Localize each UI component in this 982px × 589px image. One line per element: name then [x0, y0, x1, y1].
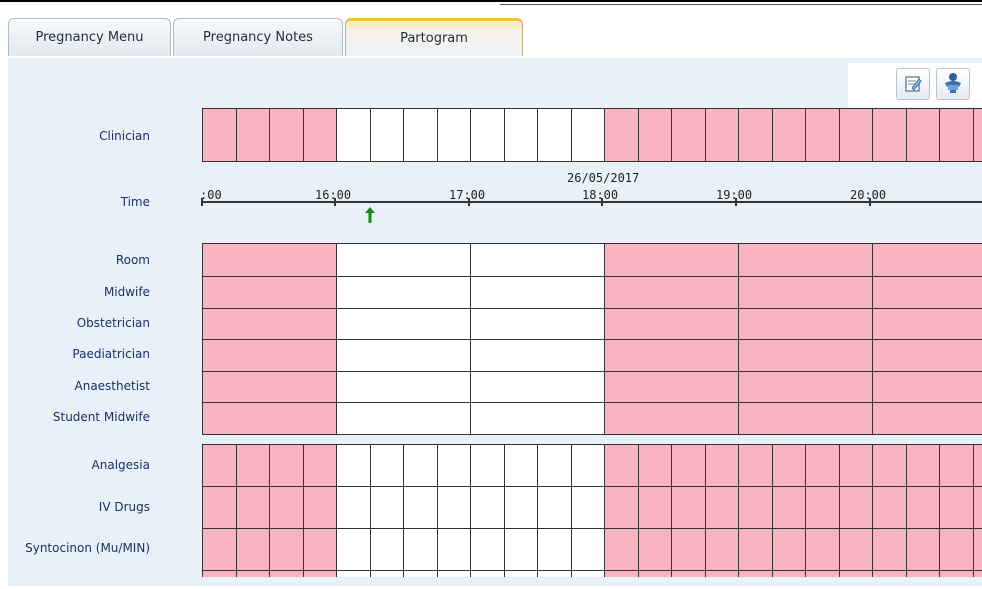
grid-cell[interactable] — [905, 445, 939, 577]
tab-pregnancy-menu[interactable]: Pregnancy Menu — [8, 18, 171, 56]
grid-cell[interactable] — [235, 445, 269, 577]
grid-cell[interactable] — [537, 445, 571, 577]
grid-cell[interactable] — [570, 445, 604, 577]
baby-icon — [945, 73, 961, 93]
grid-cell[interactable] — [537, 109, 571, 161]
grid-cell[interactable] — [436, 109, 470, 161]
row-label-clinician: Clinician — [99, 129, 150, 143]
grid-row-divider — [202, 570, 982, 571]
grid-cell[interactable] — [905, 109, 939, 161]
grid-cell[interactable] — [637, 109, 671, 161]
row-label-time: Time — [120, 195, 150, 209]
timeline-date: 26/05/2017 — [567, 171, 640, 185]
grid-cell[interactable] — [604, 109, 638, 161]
grid-cell[interactable] — [202, 109, 236, 161]
grid-cell[interactable] — [336, 445, 370, 577]
tab-pregnancy-notes[interactable]: Pregnancy Notes — [173, 18, 343, 56]
grid-cell[interactable] — [671, 445, 705, 577]
grid-cell[interactable] — [269, 109, 303, 161]
grid-row-divider — [202, 402, 982, 403]
time-tick-label: 17:00 — [449, 188, 486, 202]
row-label-paediatrician: Paediatrician — [72, 347, 150, 361]
grid-cell[interactable] — [436, 445, 470, 577]
row-label-room: Room — [115, 253, 150, 267]
grid-cell[interactable] — [302, 445, 336, 577]
grid-row-divider — [202, 528, 982, 529]
grid-row-divider — [202, 486, 982, 487]
time-tick-label: 18:00 — [582, 188, 619, 202]
grid-cell[interactable] — [235, 109, 269, 161]
grid-cell[interactable] — [939, 109, 973, 161]
staff-grid[interactable] — [202, 243, 982, 435]
grid-cell[interactable] — [872, 445, 906, 577]
grid-cell[interactable] — [503, 445, 537, 577]
grid-cell[interactable] — [838, 445, 872, 577]
grid-cell[interactable] — [202, 445, 236, 577]
tab-bar: Pregnancy Menu Pregnancy Notes Partogram — [0, 8, 982, 58]
grid-cell[interactable] — [704, 445, 738, 577]
grid-cell[interactable] — [403, 445, 437, 577]
top-border-secondary — [500, 4, 982, 5]
time-tick-label: :00 — [200, 188, 222, 202]
row-label-obstetrician: Obstetrician — [76, 316, 150, 330]
grid-cell[interactable] — [805, 445, 839, 577]
grid-cell[interactable] — [637, 445, 671, 577]
baby-button[interactable] — [936, 68, 970, 100]
grid-cell[interactable] — [336, 109, 370, 161]
grid-row-divider — [202, 371, 982, 372]
grid-cell[interactable] — [972, 445, 982, 577]
tab-partogram[interactable]: Partogram — [345, 18, 523, 56]
grid-cell[interactable] — [570, 109, 604, 161]
grid-cell[interactable] — [805, 109, 839, 161]
grid-cell[interactable] — [771, 445, 805, 577]
grid-cell[interactable] — [403, 109, 437, 161]
grid-cell[interactable] — [369, 445, 403, 577]
grid-cell[interactable] — [671, 109, 705, 161]
row-label-midwife: Midwife — [103, 285, 150, 299]
edit-note-icon — [905, 76, 922, 92]
up-arrow-icon — [365, 207, 375, 223]
time-tick-label: 19:00 — [716, 188, 753, 202]
grid-cell[interactable] — [503, 109, 537, 161]
grid-cell[interactable] — [269, 445, 303, 577]
grid-row-divider — [202, 339, 982, 340]
toolbar — [848, 63, 982, 107]
time-tick-label: 20:00 — [850, 188, 887, 202]
grid-cell[interactable] — [738, 109, 772, 161]
grid-cell[interactable] — [872, 109, 906, 161]
row-label-iv-drugs: IV Drugs — [98, 500, 150, 514]
grid-cell[interactable] — [369, 109, 403, 161]
time-tick-label: 16:00 — [315, 188, 352, 202]
current-time-marker — [363, 206, 377, 228]
top-border — [0, 0, 982, 2]
grid-cell[interactable] — [738, 445, 772, 577]
grid-cell[interactable] — [972, 109, 982, 161]
row-label-anaesthetist: Anaesthetist — [74, 379, 151, 393]
grid-cell[interactable] — [604, 445, 638, 577]
grid-cell[interactable] — [470, 109, 504, 161]
grid-cell[interactable] — [302, 109, 336, 161]
row-label-analgesia: Analgesia — [91, 458, 150, 472]
edit-note-button[interactable] — [896, 68, 930, 100]
row-label-student-midwife: Student Midwife — [52, 410, 150, 424]
grid-cell[interactable] — [470, 445, 504, 577]
grid-row-divider — [202, 308, 982, 309]
clinician-grid[interactable] — [202, 108, 982, 162]
drugs-grid[interactable] — [202, 444, 982, 577]
grid-cell[interactable] — [838, 109, 872, 161]
grid-cell[interactable] — [704, 109, 738, 161]
grid-cell[interactable] — [771, 109, 805, 161]
grid-cell[interactable] — [939, 445, 973, 577]
grid-row-divider — [202, 276, 982, 277]
row-label-syntocinon: Syntocinon (Mu/MIN) — [25, 541, 150, 555]
